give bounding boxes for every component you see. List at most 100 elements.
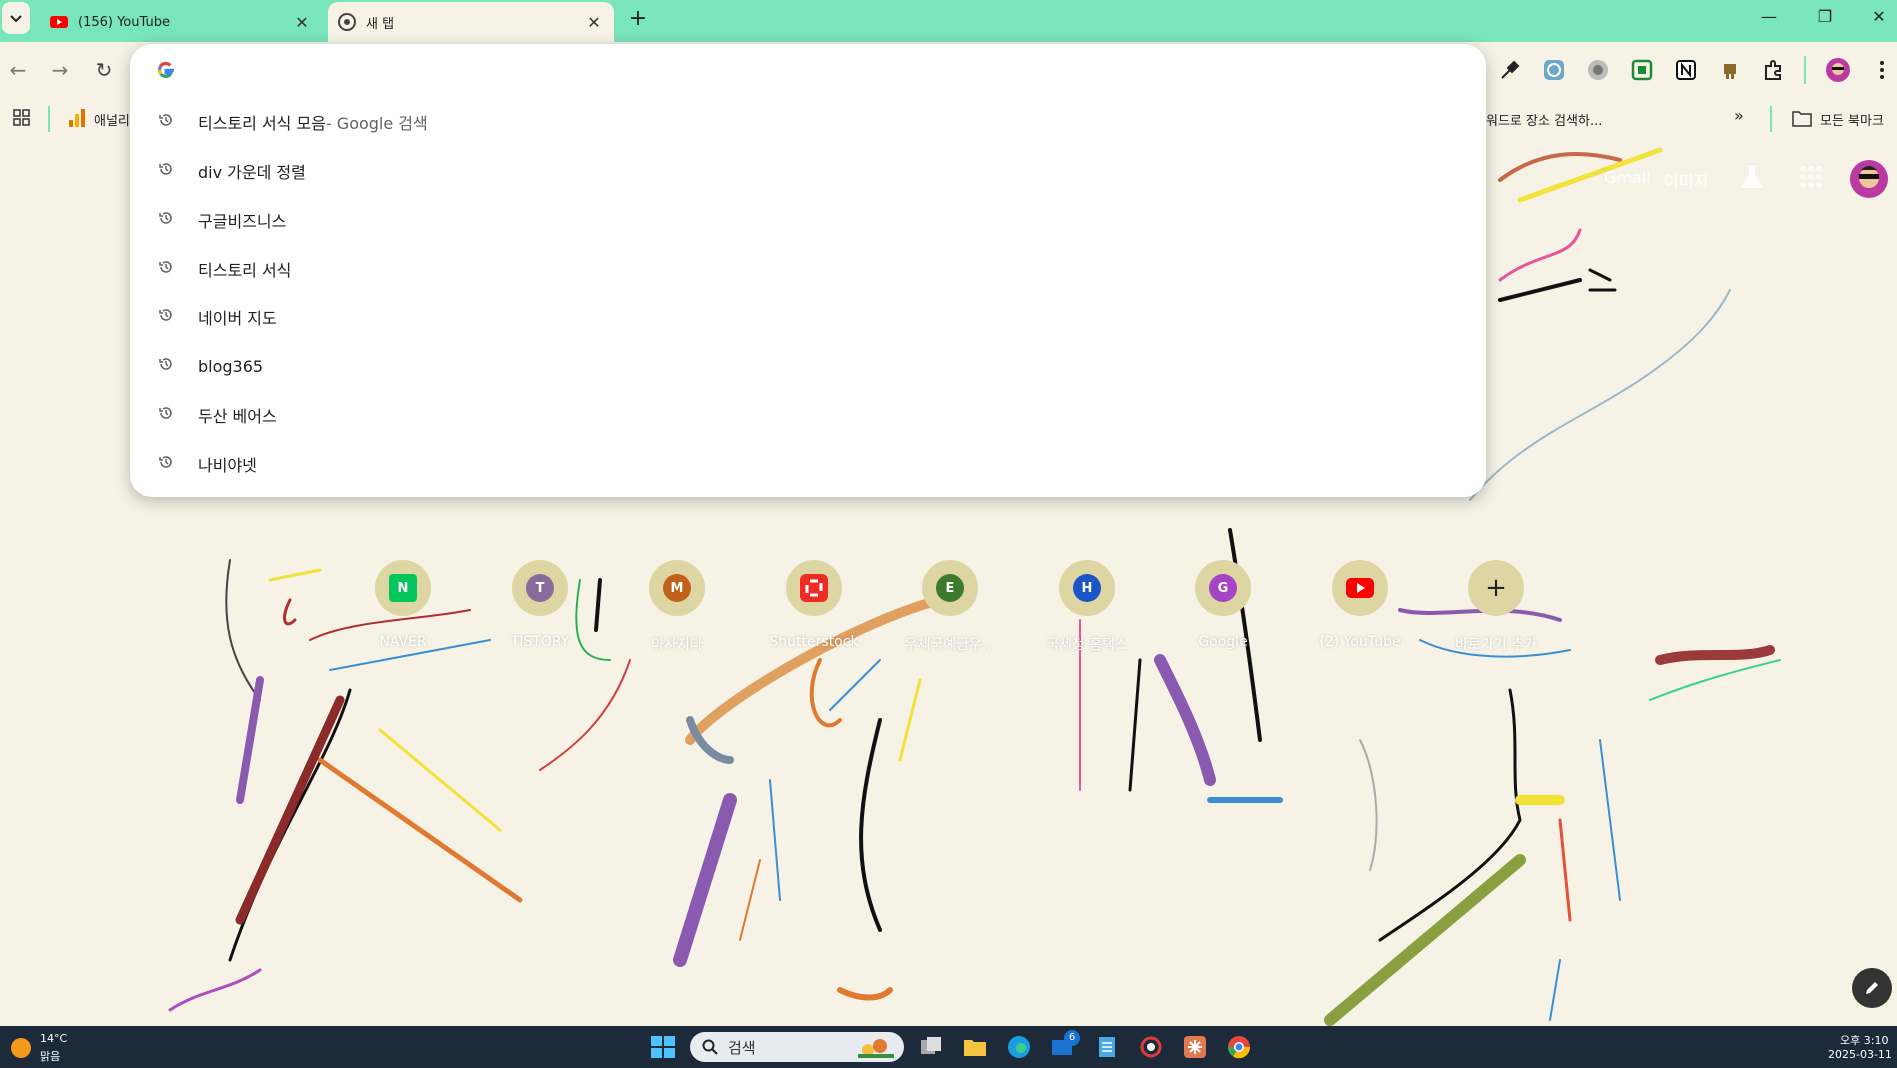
close-icon[interactable]: ✕ [584, 13, 604, 32]
shortcut-label: 바로가기 추가 [1455, 637, 1537, 653]
bookmark-item[interactable]: 워드로 장소 검색하... [1486, 110, 1602, 129]
edge-browser-icon[interactable] [1006, 1035, 1032, 1059]
back-button[interactable]: ← [4, 56, 32, 84]
suggestion-subtext: - Google 검색 [325, 114, 428, 133]
suggestion-item[interactable]: div 가운데 정렬 [130, 147, 1486, 195]
shortcut-label: 국세청 홈택스 [1046, 637, 1128, 653]
dino-extension-icon[interactable] [1718, 58, 1742, 82]
claude-app-icon[interactable] [1182, 1035, 1208, 1059]
more-menu-icon[interactable] [1870, 58, 1894, 82]
suggestion-text: 네이버 지도 [198, 309, 277, 328]
forward-button[interactable]: → [46, 56, 74, 84]
notion-icon[interactable] [1674, 58, 1698, 82]
shortcut-icon: E [922, 560, 978, 616]
history-icon [158, 112, 178, 132]
windows-start-icon[interactable] [650, 1035, 676, 1059]
suggestion-item[interactable]: 네이버 지도 [130, 293, 1486, 341]
notification-badge: 6 [1064, 1030, 1080, 1046]
suggestion-text: 티스토리 서식 [198, 261, 292, 280]
suggestion-item[interactable]: blog365 [130, 342, 1486, 390]
clock-date: 2025-03-11 [1828, 1048, 1892, 1061]
labs-flask-icon[interactable] [1740, 164, 1764, 190]
apps-grid-icon[interactable] [12, 108, 32, 128]
translate-extension-icon[interactable] [1542, 58, 1566, 82]
shortcut-label: Shutterstock [769, 634, 859, 650]
suggestion-item[interactable]: 티스토리 서식 [130, 245, 1486, 293]
toolbar-divider [1804, 56, 1806, 84]
minimize-button[interactable]: — [1744, 0, 1794, 34]
omnibox-input[interactable] [190, 54, 1450, 86]
suggestion-text: div 가운데 정렬 [198, 163, 306, 182]
reload-button[interactable]: ↻ [90, 56, 118, 84]
shortcut-label: 마사지다 [651, 637, 703, 653]
shortcut-icon: M [649, 560, 705, 616]
eyedropper-icon[interactable] [1498, 58, 1522, 82]
screenshot-extension-icon[interactable] [1630, 58, 1654, 82]
shortcut-naver[interactable]: N NAVER [347, 560, 459, 650]
suggestion-text: blog365 [198, 356, 264, 376]
profile-avatar[interactable] [1826, 58, 1850, 82]
chevron-down-icon [10, 15, 22, 23]
shortcut-label: NAVER [379, 634, 427, 650]
gmail-link[interactable]: Gmail [1604, 168, 1651, 187]
shortcut-icon: T [512, 560, 568, 616]
youtube-icon [50, 16, 68, 28]
analytics-icon [69, 109, 85, 127]
chrome-icon [338, 13, 356, 31]
all-bookmarks[interactable]: 모든 북마크 [1820, 110, 1884, 129]
shortcut-youtube[interactable]: (2) YouTube [1304, 560, 1416, 650]
shortcut-post-bank[interactable]: E 우체국예금우... [894, 560, 1006, 654]
tab-youtube[interactable]: (156) YouTube ✕ [40, 2, 322, 42]
weather-temp: 14°C [40, 1032, 68, 1045]
extensions-puzzle-icon[interactable] [1762, 58, 1786, 82]
notepad-icon[interactable] [1094, 1035, 1120, 1059]
suggestion-item[interactable]: 구글비즈니스 [130, 196, 1486, 244]
suggestion-text: 두산 베어스 [198, 407, 277, 426]
add-shortcut-icon: + [1468, 560, 1524, 616]
omnibox-dropdown: 티스토리 서식 모음 - Google 검색 div 가운데 정렬 구글비즈니스… [130, 44, 1486, 497]
extension-emblem-icon[interactable] [1586, 58, 1610, 82]
tab-new-tab[interactable]: 새 탭 ✕ [328, 2, 614, 42]
suggestion-item[interactable]: 두산 베어스 [130, 391, 1486, 439]
history-icon [158, 210, 178, 230]
clock-time: 오후 3:10 [1840, 1034, 1889, 1047]
shortcut-shutterstock[interactable]: Shutterstock [758, 560, 870, 650]
google-apps-icon[interactable] [1800, 166, 1822, 188]
maximize-button[interactable]: ❐ [1800, 0, 1850, 34]
shortcut-tistory[interactable]: T TISTORY [484, 560, 596, 650]
shortcut-label: (2) YouTube [1319, 634, 1401, 650]
search-icon [702, 1039, 718, 1055]
suggestion-text: 티스토리 서식 모음 [198, 114, 326, 133]
shortcut-label: Google [1198, 634, 1248, 650]
shutterstock-icon [800, 574, 828, 602]
taskbar-search-placeholder: 검색 [728, 1038, 756, 1057]
google-g-icon [158, 61, 174, 78]
history-icon [158, 307, 178, 327]
history-icon [158, 454, 178, 474]
add-shortcut-button[interactable]: + 바로가기 추가 [1440, 560, 1552, 654]
suggestion-item[interactable]: 티스토리 서식 모음 - Google 검색 [130, 98, 1486, 146]
task-view-icon[interactable] [918, 1035, 944, 1059]
file-explorer-icon[interactable] [962, 1035, 988, 1059]
tab-title: (156) YouTube [78, 14, 170, 30]
shortcut-google[interactable]: G Google [1167, 560, 1279, 650]
shortcut-hometax[interactable]: H 국세청 홈택스 [1031, 560, 1143, 654]
more-bookmarks-chevron-icon[interactable]: » [1734, 106, 1744, 125]
shortcut-icon [1332, 560, 1388, 616]
capture-app-icon[interactable] [1138, 1035, 1164, 1059]
suggestion-item[interactable]: 나비야넷 [130, 440, 1486, 488]
shortcut-masajida[interactable]: M 마사지다 [621, 560, 733, 654]
close-icon[interactable]: ✕ [292, 13, 312, 32]
account-avatar[interactable] [1850, 160, 1888, 198]
weather-sun-icon[interactable] [10, 1037, 32, 1059]
taskbar-search[interactable]: 검색 [690, 1032, 904, 1062]
suggestion-text: 구글비즈니스 [198, 212, 287, 231]
chrome-taskbar-icon[interactable] [1226, 1035, 1252, 1059]
customize-button[interactable] [1852, 968, 1892, 1008]
images-link[interactable]: 이미지 [1664, 168, 1708, 192]
new-tab-button[interactable]: + [624, 5, 652, 33]
close-window-button[interactable]: ✕ [1854, 0, 1897, 34]
bookmark-divider [48, 106, 50, 132]
bookmark-item[interactable]: 애널리 [94, 110, 130, 129]
tab-search-button[interactable] [2, 2, 30, 34]
